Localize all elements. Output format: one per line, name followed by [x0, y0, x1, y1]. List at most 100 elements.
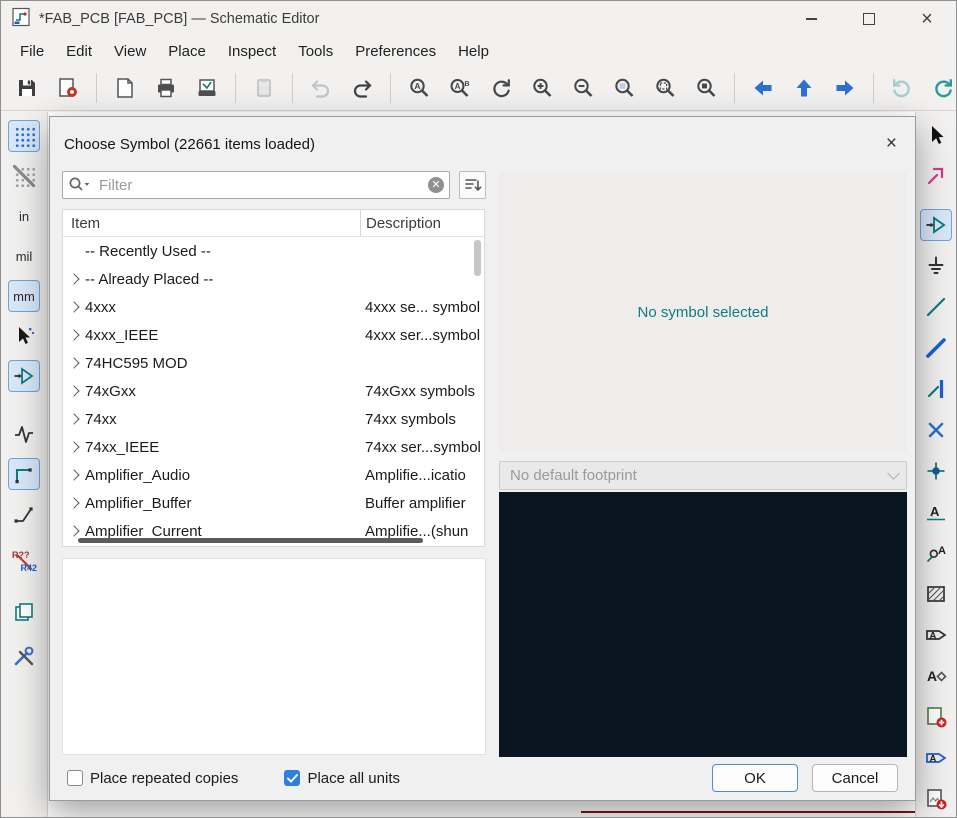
zoom-fit-button[interactable]: A: [403, 72, 435, 104]
vertical-scrollbar[interactable]: [474, 240, 481, 276]
unit-mm-button[interactable]: mm: [8, 280, 40, 312]
schematic-setup-button[interactable]: [52, 72, 84, 104]
tools-button[interactable]: [8, 640, 40, 672]
zoom-selection-button[interactable]: [649, 72, 681, 104]
tree-row[interactable]: 74xx_IEEE 74xx ser...symbol: [63, 433, 484, 461]
rotate-cw-button[interactable]: [927, 72, 956, 104]
highlight-net-button[interactable]: [920, 160, 952, 192]
schematic-canvas[interactable]: Choose Symbol (22661 items loaded) × ✕ I…: [48, 112, 916, 817]
menu-place[interactable]: Place: [157, 39, 217, 64]
crosshair-cursor-button[interactable]: [8, 320, 40, 352]
hidden-pins-button[interactable]: [8, 360, 40, 392]
ok-button[interactable]: OK: [712, 764, 798, 792]
menu-preferences[interactable]: Preferences: [344, 39, 447, 64]
sort-icon: [464, 179, 481, 191]
zoom-in-button[interactable]: [526, 72, 558, 104]
tree-row[interactable]: 74xx 74xx symbols: [63, 405, 484, 433]
column-header-description[interactable]: Description: [360, 210, 484, 236]
nav-forward-button[interactable]: [829, 72, 861, 104]
zoom-out-button[interactable]: [567, 72, 599, 104]
print-button[interactable]: [150, 72, 182, 104]
hv-wire-mode-button[interactable]: [8, 458, 40, 490]
hierarchy-up-button[interactable]: [788, 72, 820, 104]
dialog-header[interactable]: Choose Symbol (22661 items loaded) ×: [64, 117, 903, 171]
nav-back-button[interactable]: [747, 72, 779, 104]
horizontal-scrollbar[interactable]: [78, 538, 423, 543]
sort-options-button[interactable]: [459, 171, 486, 199]
directive-label-button[interactable]: A: [920, 537, 952, 569]
menu-tools[interactable]: Tools: [287, 39, 344, 64]
net-label-button[interactable]: A: [920, 496, 952, 528]
menu-view[interactable]: View: [103, 39, 157, 64]
filter-input[interactable]: [62, 171, 450, 199]
draw-wire-button[interactable]: [920, 291, 952, 323]
tree-row[interactable]: -- Already Placed --: [63, 265, 484, 293]
expand-chevron-icon[interactable]: [68, 525, 80, 537]
menu-help[interactable]: Help: [447, 39, 500, 64]
expand-chevron-icon[interactable]: [68, 273, 80, 285]
place-power-button[interactable]: [920, 250, 952, 282]
dialog-close-button[interactable]: ×: [880, 131, 903, 157]
place-repeated-copies-checkbox[interactable]: Place repeated copies: [67, 770, 238, 787]
sim-probe-button[interactable]: [8, 418, 40, 450]
titlebar[interactable]: *FAB_PCB [FAB_PCB] — Schematic Editor ×: [1, 1, 956, 37]
junction-button[interactable]: [920, 455, 952, 487]
unit-mils-button[interactable]: mil: [8, 240, 40, 272]
footprint-select-value: No default footprint: [510, 467, 637, 484]
sheet-manager-button[interactable]: [8, 596, 40, 628]
place-image-button[interactable]: [920, 783, 952, 815]
no-connect-button[interactable]: [920, 414, 952, 446]
tree-row[interactable]: 74HC595 MOD: [63, 349, 484, 377]
global-label-button[interactable]: A: [920, 619, 952, 651]
symbol-tree[interactable]: Item Description -- Recently Used -- -- …: [62, 209, 485, 547]
redo-button[interactable]: [346, 72, 378, 104]
tree-row[interactable]: 4xxx 4xxx se... symbol: [63, 293, 484, 321]
menu-file[interactable]: File: [9, 39, 55, 64]
any-angle-wire-mode-button[interactable]: [8, 498, 40, 530]
plot-button[interactable]: [191, 72, 223, 104]
tree-row[interactable]: 74xGxx 74xGxx symbols: [63, 377, 484, 405]
expand-chevron-icon[interactable]: [68, 441, 80, 453]
hierarchical-sheet-button[interactable]: [920, 578, 952, 610]
refresh-button[interactable]: [485, 72, 517, 104]
place-all-units-checkbox[interactable]: Place all units: [284, 770, 400, 787]
hierarchical-label-button[interactable]: A: [920, 660, 952, 692]
expand-chevron-icon[interactable]: [68, 385, 80, 397]
annotate-button[interactable]: R??R42: [8, 546, 40, 578]
column-header-item[interactable]: Item: [63, 215, 360, 232]
draw-bus-button[interactable]: [920, 332, 952, 364]
tree-row[interactable]: 4xxx_IEEE 4xxx ser...symbol: [63, 321, 484, 349]
menu-edit[interactable]: Edit: [55, 39, 103, 64]
tree-row[interactable]: Amplifier_Buffer Buffer amplifier: [63, 489, 484, 517]
unit-inches-button[interactable]: in: [8, 200, 40, 232]
menu-inspect[interactable]: Inspect: [217, 39, 287, 64]
clear-filter-icon[interactable]: ✕: [428, 177, 444, 193]
bus-icon: [926, 338, 946, 358]
page-settings-button[interactable]: [109, 72, 141, 104]
grid-visibility-button[interactable]: [8, 120, 40, 152]
maximize-button[interactable]: [840, 1, 898, 37]
footprint-preview-canvas[interactable]: [499, 492, 907, 757]
expand-chevron-icon[interactable]: [68, 301, 80, 313]
place-symbol-button[interactable]: [920, 209, 952, 241]
import-sheet-pin-button[interactable]: [920, 701, 952, 733]
tree-row[interactable]: Amplifier_Audio Amplifie...icatio: [63, 461, 484, 489]
close-button[interactable]: ×: [898, 1, 956, 37]
cancel-button[interactable]: Cancel: [812, 764, 898, 792]
expand-chevron-icon[interactable]: [68, 469, 80, 481]
text-box-button[interactable]: A: [920, 742, 952, 774]
selection-tool-button[interactable]: [920, 119, 952, 151]
expand-chevron-icon[interactable]: [68, 413, 80, 425]
zoom-fit-objects-button[interactable]: AB: [444, 72, 476, 104]
zoom-objects-button[interactable]: [690, 72, 722, 104]
save-button[interactable]: [11, 72, 43, 104]
expand-chevron-icon[interactable]: [68, 497, 80, 509]
schematic-editor-window: *FAB_PCB [FAB_PCB] — Schematic Editor × …: [0, 0, 957, 818]
tree-row[interactable]: -- Recently Used --: [63, 237, 484, 265]
grid-style-button[interactable]: [8, 160, 40, 192]
minimize-button[interactable]: [782, 1, 840, 37]
wire-bus-entry-button[interactable]: [920, 373, 952, 405]
zoom-page-button[interactable]: [608, 72, 640, 104]
expand-chevron-icon[interactable]: [68, 329, 80, 341]
expand-chevron-icon[interactable]: [68, 357, 80, 369]
